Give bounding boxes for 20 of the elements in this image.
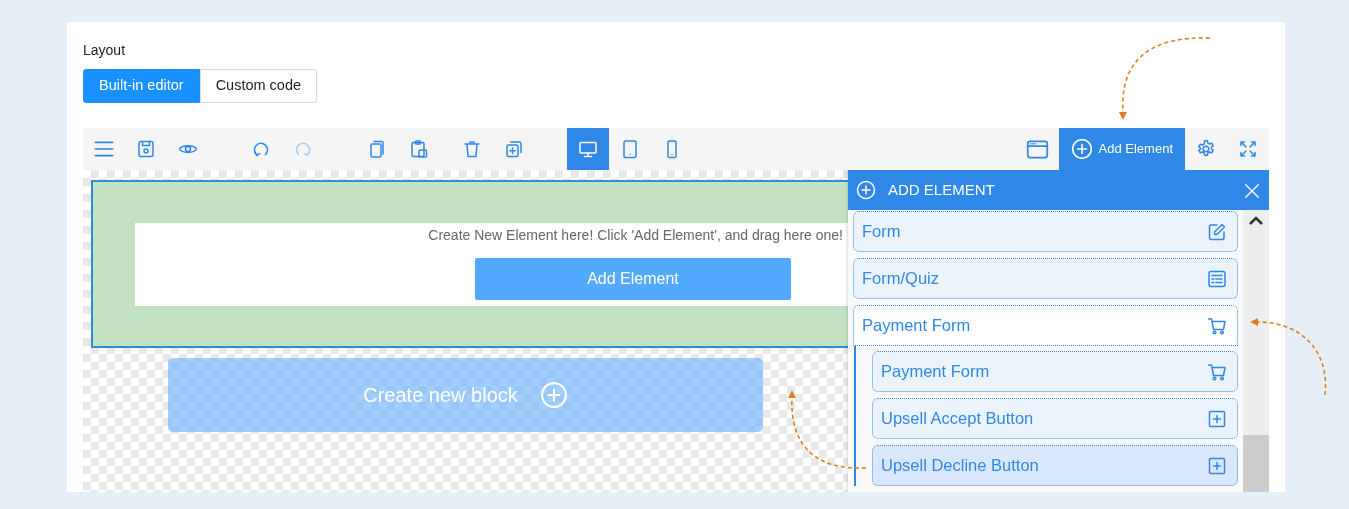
section-label: Layout	[83, 41, 127, 60]
item-label: Payment Form	[881, 361, 990, 383]
item-label: Form	[862, 221, 901, 243]
add-element-button[interactable]: Add Element	[475, 258, 791, 300]
element-item[interactable]: Upsell Accept Button	[872, 398, 1238, 439]
element-item[interactable]: Form/Quiz	[853, 258, 1238, 299]
create-block-button[interactable]: Create new block	[168, 358, 763, 432]
layout-tab[interactable]: Built-in editor	[83, 69, 200, 103]
hint-text: Create New Element here! Click 'Add Element', and drag here one!	[427, 226, 843, 245]
item-label: Payment Form	[862, 315, 971, 337]
item-label: Upsell Accept Button	[881, 408, 1034, 430]
item-label: Form/Quiz	[862, 268, 939, 290]
element-item[interactable]: Payment Form	[872, 351, 1238, 392]
element-item[interactable]: Payment Form	[853, 305, 1238, 346]
element-item[interactable]: Form	[853, 211, 1238, 252]
add-element-button[interactable]: Add Element	[1058, 128, 1185, 170]
panel-title: ADD ELEMENT	[888, 179, 995, 200]
layout-tab[interactable]: Custom code	[199, 69, 318, 103]
element-item[interactable]: Upsell Decline Button	[872, 445, 1238, 486]
item-label: Upsell Decline Button	[881, 455, 1039, 477]
